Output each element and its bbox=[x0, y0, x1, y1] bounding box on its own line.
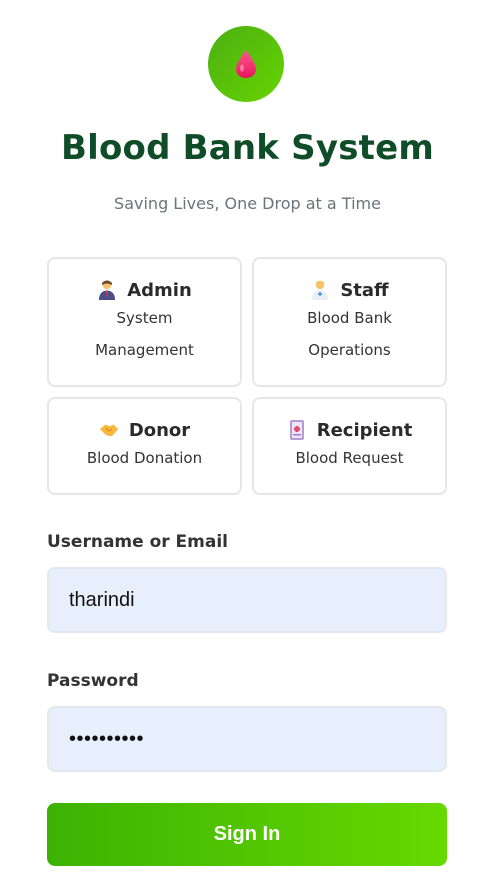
role-card-recipient[interactable]: Recipient Blood Request bbox=[252, 397, 447, 495]
role-desc-staff: Blood Bank Operations bbox=[307, 309, 392, 359]
health-worker-icon bbox=[312, 280, 329, 300]
role-card-donor[interactable]: Donor Blood Donation bbox=[47, 397, 242, 495]
role-name-staff: Staff bbox=[340, 279, 389, 301]
role-desc-admin: System Management bbox=[95, 309, 194, 359]
password-label: Password bbox=[47, 671, 139, 691]
role-desc-recipient: Blood Request bbox=[295, 449, 404, 467]
role-name-admin: Admin bbox=[127, 279, 192, 301]
admin-person-icon bbox=[99, 280, 116, 300]
password-value: •••••••••• bbox=[69, 727, 145, 750]
password-input[interactable]: •••••••••• bbox=[47, 706, 447, 772]
sign-in-button[interactable]: Sign In bbox=[47, 803, 447, 866]
role-name-recipient: Recipient bbox=[316, 419, 413, 441]
page-subtitle: Saving Lives, One Drop at a Time bbox=[114, 194, 381, 213]
handshake-icon bbox=[99, 424, 118, 437]
username-value: tharindi bbox=[69, 588, 135, 611]
username-input[interactable]: tharindi bbox=[47, 567, 447, 633]
medical-file-icon bbox=[289, 420, 304, 440]
username-label: Username or Email bbox=[47, 532, 229, 552]
role-name-donor: Donor bbox=[128, 419, 191, 441]
app-logo bbox=[208, 26, 284, 102]
blood-drop-icon bbox=[236, 50, 256, 78]
role-card-staff[interactable]: Staff Blood Bank Operations bbox=[252, 257, 447, 387]
page-title: Blood Bank System bbox=[60, 128, 434, 168]
role-card-admin[interactable]: Admin System Management bbox=[47, 257, 242, 387]
role-desc-donor: Blood Donation bbox=[86, 449, 203, 467]
